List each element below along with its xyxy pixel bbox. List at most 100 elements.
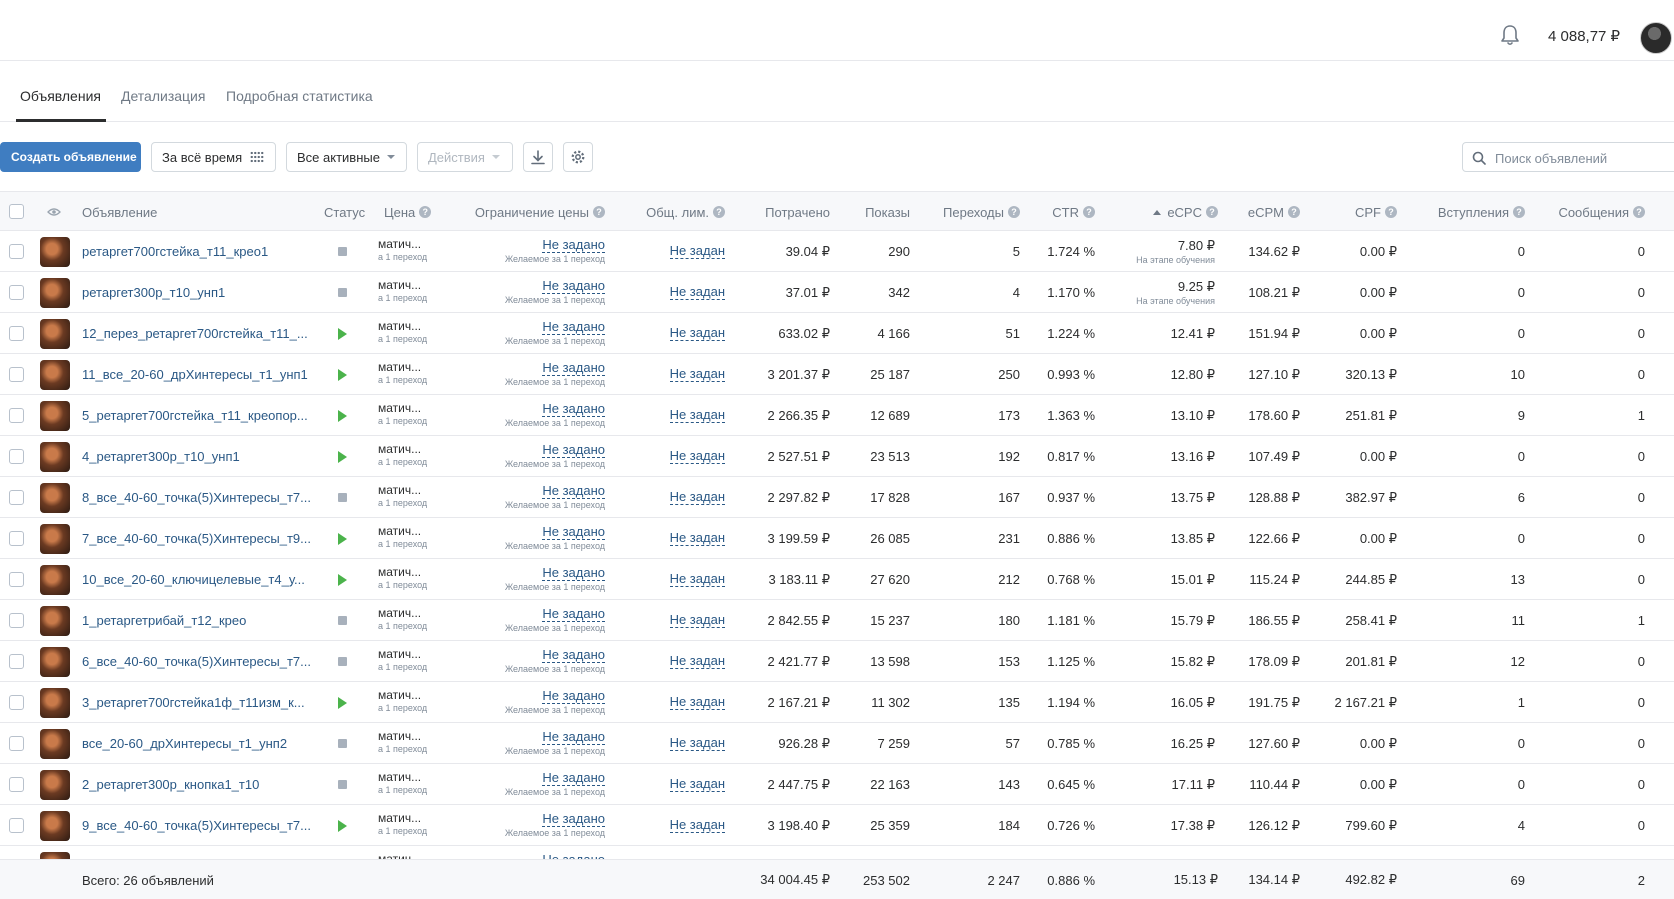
table-row[interactable]: 9_все_40-60_точка(5)Хинтересы_т7... матич…: [0, 805, 1674, 846]
help-icon[interactable]: ?: [1206, 206, 1218, 218]
status-cell[interactable]: [336, 805, 348, 846]
help-icon[interactable]: ?: [1083, 206, 1095, 218]
header-ecpc[interactable]: eCPC?: [1100, 192, 1218, 232]
ad-name-cell[interactable]: 6_все_40-60_точка(5)Хинтересы_т7...: [82, 641, 311, 682]
price-limit-link[interactable]: Не задано: [542, 812, 605, 827]
ad-name-cell[interactable]: 8_все_40-60_точка(5)Хинтересы_т7...: [82, 477, 311, 518]
status-cell[interactable]: [336, 436, 348, 477]
row-checkbox[interactable]: [9, 654, 24, 669]
total-limit-link[interactable]: Не задан: [669, 326, 725, 341]
price-limit-link[interactable]: Не задано: [542, 730, 605, 745]
price-limit-link[interactable]: Не задано: [542, 607, 605, 622]
price-limit-link[interactable]: Не задано: [542, 484, 605, 499]
price-limit-link[interactable]: Не задано: [542, 648, 605, 663]
download-button[interactable]: [523, 142, 553, 172]
status-cell[interactable]: [336, 395, 348, 436]
ad-name-cell[interactable]: 1_ретаргетрибай_т12_крео: [82, 600, 246, 641]
help-icon[interactable]: ?: [1385, 206, 1397, 218]
row-checkbox[interactable]: [9, 818, 24, 833]
price-limit-link[interactable]: Не задано: [542, 402, 605, 417]
tab-details[interactable]: Детализация: [121, 88, 205, 104]
header-messages[interactable]: Сообщения?: [1530, 192, 1645, 232]
ad-name-link[interactable]: 5_ретаргет700гстейка_т11_креопор...: [82, 408, 308, 423]
ad-name-link[interactable]: 2_ретаргет300р_кнопка1_т10: [82, 777, 259, 792]
table-row[interactable]: 7_все_40-60_точка(5)Хинтересы_т9... матич…: [0, 518, 1674, 559]
price-limit-link[interactable]: Не задано: [542, 566, 605, 581]
row-checkbox[interactable]: [9, 777, 24, 792]
create-ad-button[interactable]: Создать объявление: [0, 142, 141, 172]
ad-name-cell[interactable]: все_20-60_дрХинтересы_т1_унп2: [82, 723, 287, 764]
total-limit-link[interactable]: Не задан: [669, 449, 725, 464]
status-cell[interactable]: [336, 518, 348, 559]
search-input[interactable]: [1495, 149, 1665, 167]
price-limit-link[interactable]: Не задано: [542, 361, 605, 376]
header-price[interactable]: Цена?: [384, 192, 432, 232]
ad-name-link[interactable]: 6_все_40-60_точка(5)Хинтересы_т7...: [82, 654, 311, 669]
header-ctr[interactable]: CTR?: [1020, 192, 1095, 232]
ad-name-cell[interactable]: 3_ретаргет700гстейка1ф_т11изм_к...: [82, 682, 305, 723]
status-cell[interactable]: [336, 846, 348, 859]
table-row[interactable]: матич...а 1 переходНе заданоЖелаемое за …: [0, 846, 1674, 859]
help-icon[interactable]: ?: [1288, 206, 1300, 218]
status-cell[interactable]: [336, 682, 348, 723]
header-status[interactable]: Статус: [324, 192, 365, 232]
account-balance[interactable]: 4 088,77 ₽: [1548, 27, 1620, 45]
price-limit-link[interactable]: Не задано: [542, 238, 605, 253]
row-checkbox[interactable]: [9, 531, 24, 546]
header-cpf[interactable]: CPF?: [1300, 192, 1397, 232]
help-icon[interactable]: ?: [1633, 206, 1645, 218]
row-checkbox[interactable]: [9, 285, 24, 300]
period-selector[interactable]: За всё время: [151, 142, 276, 172]
price-limit-link[interactable]: Не задано: [542, 443, 605, 458]
status-cell[interactable]: [336, 354, 348, 395]
table-row[interactable]: ретаргет700гстейка_т11_крео1 матич... а 1 …: [0, 231, 1674, 272]
header-impressions[interactable]: Показы: [830, 192, 910, 232]
price-limit-link[interactable]: Не задано: [542, 279, 605, 294]
total-limit-link[interactable]: Не задан: [669, 613, 725, 628]
help-icon[interactable]: ?: [1008, 206, 1020, 218]
ad-name-link[interactable]: 7_все_40-60_точка(5)Хинтересы_т9...: [82, 531, 311, 546]
ad-name-link[interactable]: 9_все_40-60_точка(5)Хинтересы_т7...: [82, 818, 311, 833]
status-cell[interactable]: [336, 764, 348, 805]
price-limit-link[interactable]: Не задано: [542, 771, 605, 786]
bell-icon[interactable]: [1500, 24, 1520, 46]
row-checkbox[interactable]: [9, 613, 24, 628]
ad-name-link[interactable]: ретаргет700гстейка_т11_крео1: [82, 244, 268, 259]
table-row[interactable]: 5_ретаргет700гстейка_т11_креопор... матич…: [0, 395, 1674, 436]
ad-name-cell[interactable]: ретаргет300р_т10_унп1: [82, 272, 225, 313]
help-icon[interactable]: ?: [1513, 206, 1525, 218]
status-cell[interactable]: [336, 559, 348, 600]
table-row[interactable]: 10_все_20-60_ключицелевые_т4_у... матич..…: [0, 559, 1674, 600]
total-limit-link[interactable]: Не задан: [669, 777, 725, 792]
ad-name-link[interactable]: 3_ретаргет700гстейка1ф_т11изм_к...: [82, 695, 305, 710]
price-limit-link[interactable]: Не задано: [542, 525, 605, 540]
status-filter-dropdown[interactable]: Все активные: [286, 142, 407, 172]
table-row[interactable]: ретаргет300р_т10_унп1 матич... а 1 переход…: [0, 272, 1674, 313]
table-row[interactable]: 11_все_20-60_дрХинтересы_т1_унп1 матич...…: [0, 354, 1674, 395]
ad-name-link[interactable]: 1_ретаргетрибай_т12_крео: [82, 613, 246, 628]
status-cell[interactable]: [336, 231, 348, 272]
row-checkbox[interactable]: [9, 736, 24, 751]
ad-name-cell[interactable]: 9_все_40-60_точка(5)Хинтересы_т7...: [82, 805, 311, 846]
table-row[interactable]: 2_ретаргет300р_кнопка1_т10 матич... а 1 пе…: [0, 764, 1674, 805]
ad-name-link[interactable]: 10_все_20-60_ключицелевые_т4_у...: [82, 572, 305, 587]
ad-name-cell[interactable]: 4_ретаргет300р_т10_унп1: [82, 436, 240, 477]
ad-name-cell[interactable]: ретаргет700гстейка_т11_крео1: [82, 231, 268, 272]
settings-button[interactable]: [563, 142, 593, 172]
header-joins[interactable]: Вступления?: [1400, 192, 1525, 232]
tab-ads[interactable]: Объявления: [20, 88, 101, 104]
total-limit-link[interactable]: Не задан: [669, 531, 725, 546]
ad-name-link[interactable]: 4_ретаргет300р_т10_унп1: [82, 449, 240, 464]
ad-name-cell[interactable]: 2_ретаргет300р_кнопка1_т10: [82, 764, 259, 805]
ad-name-link[interactable]: все_20-60_дрХинтересы_т1_унп2: [82, 736, 287, 751]
table-row[interactable]: 12_перез_ретаргет700гстейка_т11_... матич…: [0, 313, 1674, 354]
header-ecpm[interactable]: eCPM?: [1220, 192, 1300, 232]
total-limit-link[interactable]: Не задан: [669, 408, 725, 423]
total-limit-link[interactable]: Не задан: [669, 285, 725, 300]
table-row[interactable]: 4_ретаргет300р_т10_унп1 матич... а 1 перех…: [0, 436, 1674, 477]
row-checkbox[interactable]: [9, 408, 24, 423]
total-limit-link[interactable]: Не задан: [669, 572, 725, 587]
row-checkbox[interactable]: [9, 695, 24, 710]
row-checkbox[interactable]: [9, 367, 24, 382]
status-cell[interactable]: [336, 723, 348, 764]
